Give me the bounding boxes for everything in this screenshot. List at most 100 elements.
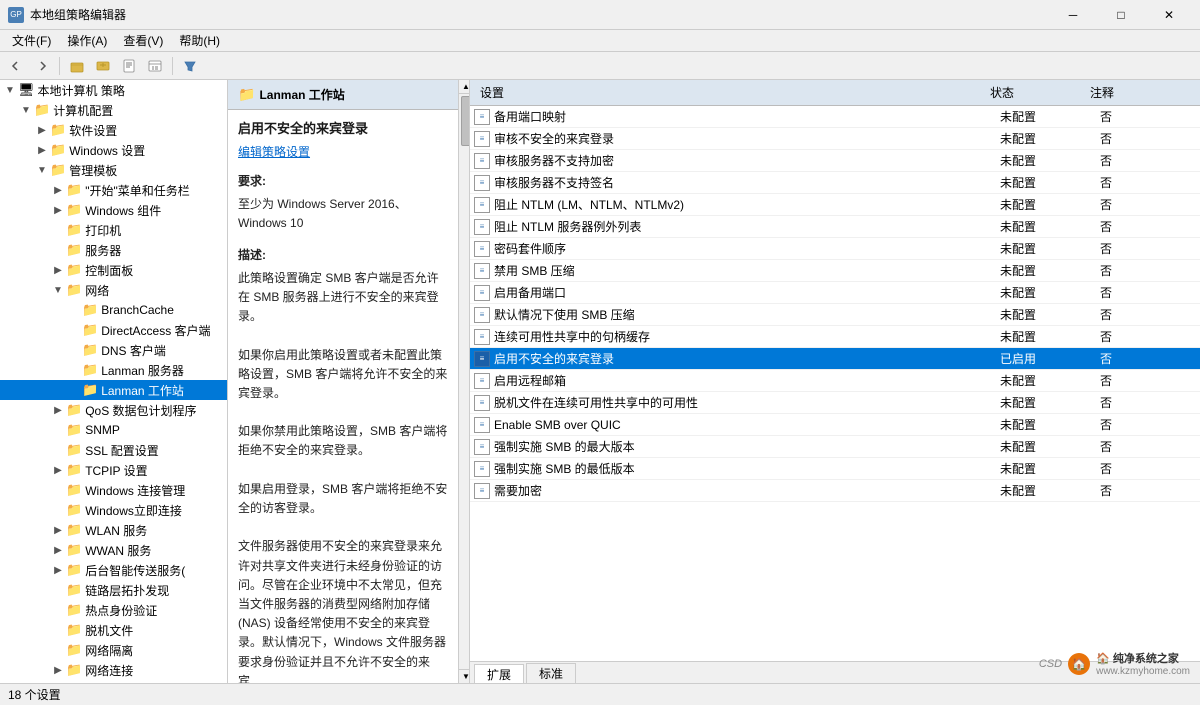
tree-wlan[interactable]: ▶ 📁 WLAN 服务: [0, 520, 227, 540]
table-row-selected[interactable]: ≡ 启用不安全的来宾登录 已启用 否: [470, 348, 1200, 370]
table-row[interactable]: ≡ 阻止 NTLM 服务器例外列表 未配置 否: [470, 216, 1200, 238]
table-row[interactable]: ≡ 脱机文件在连续可用性共享中的可用性 未配置 否: [470, 392, 1200, 414]
setting-name-1: 备用端口映射: [494, 108, 1000, 125]
titlebar-left: GP 本地组策略编辑器: [8, 6, 126, 23]
policy-icon-4: ≡: [470, 175, 494, 191]
desc-panel: 📁 Lanman 工作站 启用不安全的来宾登录 编辑策略设置 要求: 至少为 W…: [228, 80, 458, 683]
minimize-button[interactable]: ─: [1050, 0, 1096, 30]
tree-offline-label: 脱机文件: [85, 622, 133, 639]
table-row[interactable]: ≡ 启用备用端口 未配置 否: [470, 282, 1200, 304]
table-row[interactable]: ≡ 审核服务器不支持加密 未配置 否: [470, 150, 1200, 172]
toolbar-btn-new[interactable]: [117, 55, 141, 77]
table-row[interactable]: ≡ 审核不安全的来宾登录 未配置 否: [470, 128, 1200, 150]
edit-policy-link[interactable]: 编辑策略设置: [238, 145, 310, 159]
toolbar-btn-properties[interactable]: [143, 55, 167, 77]
table-row[interactable]: ≡ 密码套件顺序 未配置 否: [470, 238, 1200, 260]
tree-branchcache[interactable]: 📁 BranchCache: [0, 300, 227, 320]
tree-admin[interactable]: ▼ 📁 管理模板: [0, 160, 227, 180]
tree-lanman-workstation[interactable]: 📁 Lanman 工作站: [0, 380, 227, 400]
table-row[interactable]: ≡ 阻止 NTLM (LM、NTLM、NTLMv2) 未配置 否: [470, 194, 1200, 216]
back-button[interactable]: [4, 55, 28, 77]
table-row[interactable]: ≡ 启用远程邮箱 未配置 否: [470, 370, 1200, 392]
tree-snmp[interactable]: 📁 SNMP: [0, 420, 227, 440]
tree-software[interactable]: ▶ 📁 软件设置: [0, 120, 227, 140]
tree-wwan[interactable]: ▶ 📁 WWAN 服务: [0, 540, 227, 560]
tree-linklay[interactable]: 📁 链路层拓扑发现: [0, 580, 227, 600]
tab-extended[interactable]: 扩展: [474, 664, 524, 683]
folder-icon-hotspot: 📁: [66, 602, 82, 618]
tree-network-label: 网络: [85, 282, 109, 299]
table-row[interactable]: ≡ 默认情况下使用 SMB 压缩 未配置 否: [470, 304, 1200, 326]
desc-scrollbar[interactable]: ▲ ▼: [458, 80, 470, 683]
tree-control[interactable]: ▶ 📁 控制面板: [0, 260, 227, 280]
page-icon: ≡: [474, 373, 490, 389]
scroll-up-arrow[interactable]: ▲: [459, 80, 470, 94]
tree-netstatus[interactable]: 📁 网络连接状态指示器: [0, 680, 227, 683]
tree-root[interactable]: ▼ 🖥 本地计算机 策略: [0, 80, 227, 100]
tree-toggle-bgtrans: ▶: [50, 565, 66, 576]
tree-network[interactable]: ▼ 📁 网络: [0, 280, 227, 300]
setting-status-6: 未配置: [1000, 218, 1100, 235]
table-row[interactable]: ≡ Enable SMB over QUIC 未配置 否: [470, 414, 1200, 436]
menu-file[interactable]: 文件(F): [4, 30, 59, 51]
toolbar-btn-filter[interactable]: [178, 55, 202, 77]
scroll-down-arrow[interactable]: ▼: [459, 669, 470, 683]
folder-icon-offline: 📁: [66, 622, 82, 638]
tree-wincomp[interactable]: ▶ 📁 Windows 组件: [0, 200, 227, 220]
table-row[interactable]: ≡ 强制实施 SMB 的最低版本 未配置 否: [470, 458, 1200, 480]
table-row[interactable]: ≡ 强制实施 SMB 的最大版本 未配置 否: [470, 436, 1200, 458]
tree-winconn[interactable]: 📁 Windows 连接管理: [0, 480, 227, 500]
policy-icon-13: ≡: [470, 373, 494, 389]
table-row[interactable]: ≡ 审核服务器不支持签名 未配置 否: [470, 172, 1200, 194]
tree-netconn[interactable]: ▶ 📁 网络连接: [0, 660, 227, 680]
folder-icon-network: 📁: [66, 282, 82, 298]
tree-bgtrans[interactable]: ▶ 📁 后台智能传送服务(: [0, 560, 227, 580]
maximize-button[interactable]: □: [1098, 0, 1144, 30]
table-row[interactable]: ≡ 备用端口映射 未配置 否: [470, 106, 1200, 128]
tree-toggle-control: ▶: [50, 265, 66, 276]
toolbar-btn-folder[interactable]: [65, 55, 89, 77]
setting-notes-15: 否: [1100, 416, 1200, 433]
tree-toggle-wlan: ▶: [50, 525, 66, 536]
scroll-thumb[interactable]: [461, 96, 471, 146]
tree-qos[interactable]: ▶ 📁 QoS 数据包计划程序: [0, 400, 227, 420]
tree-tcpip[interactable]: ▶ 📁 TCPIP 设置: [0, 460, 227, 480]
menu-view[interactable]: 查看(V): [115, 30, 171, 51]
tree-dns[interactable]: 📁 DNS 客户端: [0, 340, 227, 360]
tree-offline[interactable]: 📁 脱机文件: [0, 620, 227, 640]
folder-icon-wwan: 📁: [66, 542, 82, 558]
col-name: 设置: [480, 84, 990, 101]
tree-netisolation[interactable]: 📁 网络隔离: [0, 640, 227, 660]
table-row[interactable]: ≡ 需要加密 未配置 否: [470, 480, 1200, 502]
tree-windows[interactable]: ▶ 📁 Windows 设置: [0, 140, 227, 160]
table-row[interactable]: ≡ 禁用 SMB 压缩 未配置 否: [470, 260, 1200, 282]
tree-winconn-label: Windows 连接管理: [85, 482, 185, 499]
tree-hotspot[interactable]: 📁 热点身份验证: [0, 600, 227, 620]
setting-status-7: 未配置: [1000, 240, 1100, 257]
tree-printer[interactable]: 📁 打印机: [0, 220, 227, 240]
tree-computer[interactable]: ▼ 📁 计算机配置: [0, 100, 227, 120]
tab-standard[interactable]: 标准: [526, 663, 576, 683]
tree-lanman-server[interactable]: 📁 Lanman 服务器: [0, 360, 227, 380]
setting-status-13: 未配置: [1000, 372, 1100, 389]
toolbar-btn-up[interactable]: [91, 55, 115, 77]
folder-icon-startmenu: 📁: [66, 182, 82, 198]
tree-server[interactable]: 📁 服务器: [0, 240, 227, 260]
tree-qos-label: QoS 数据包计划程序: [85, 402, 196, 419]
folder-icon-lanman-server: 📁: [82, 362, 98, 378]
table-row[interactable]: ≡ 连续可用性共享中的句柄缓存 未配置 否: [470, 326, 1200, 348]
desc-text3: 如果你禁用此策略设置，SMB 客户端将拒绝不安全的来宾登录。: [238, 422, 448, 460]
setting-status-9: 未配置: [1000, 284, 1100, 301]
tree-startmenu[interactable]: ▶ 📁 "开始"菜单和任务栏: [0, 180, 227, 200]
forward-button[interactable]: [30, 55, 54, 77]
menu-action[interactable]: 操作(A): [59, 30, 115, 51]
tree-snmp-label: SNMP: [85, 423, 120, 437]
right-panel: 📁 Lanman 工作站 启用不安全的来宾登录 编辑策略设置 要求: 至少为 W…: [228, 80, 1200, 683]
tree-ssl[interactable]: 📁 SSL 配置设置: [0, 440, 227, 460]
close-button[interactable]: ✕: [1146, 0, 1192, 30]
toolbar-sep2: [172, 57, 173, 75]
menu-help[interactable]: 帮助(H): [171, 30, 228, 51]
tree-directaccess[interactable]: 📁 DirectAccess 客户端: [0, 320, 227, 340]
tree-wininstant[interactable]: 📁 Windows立即连接: [0, 500, 227, 520]
setting-notes-6: 否: [1100, 218, 1200, 235]
